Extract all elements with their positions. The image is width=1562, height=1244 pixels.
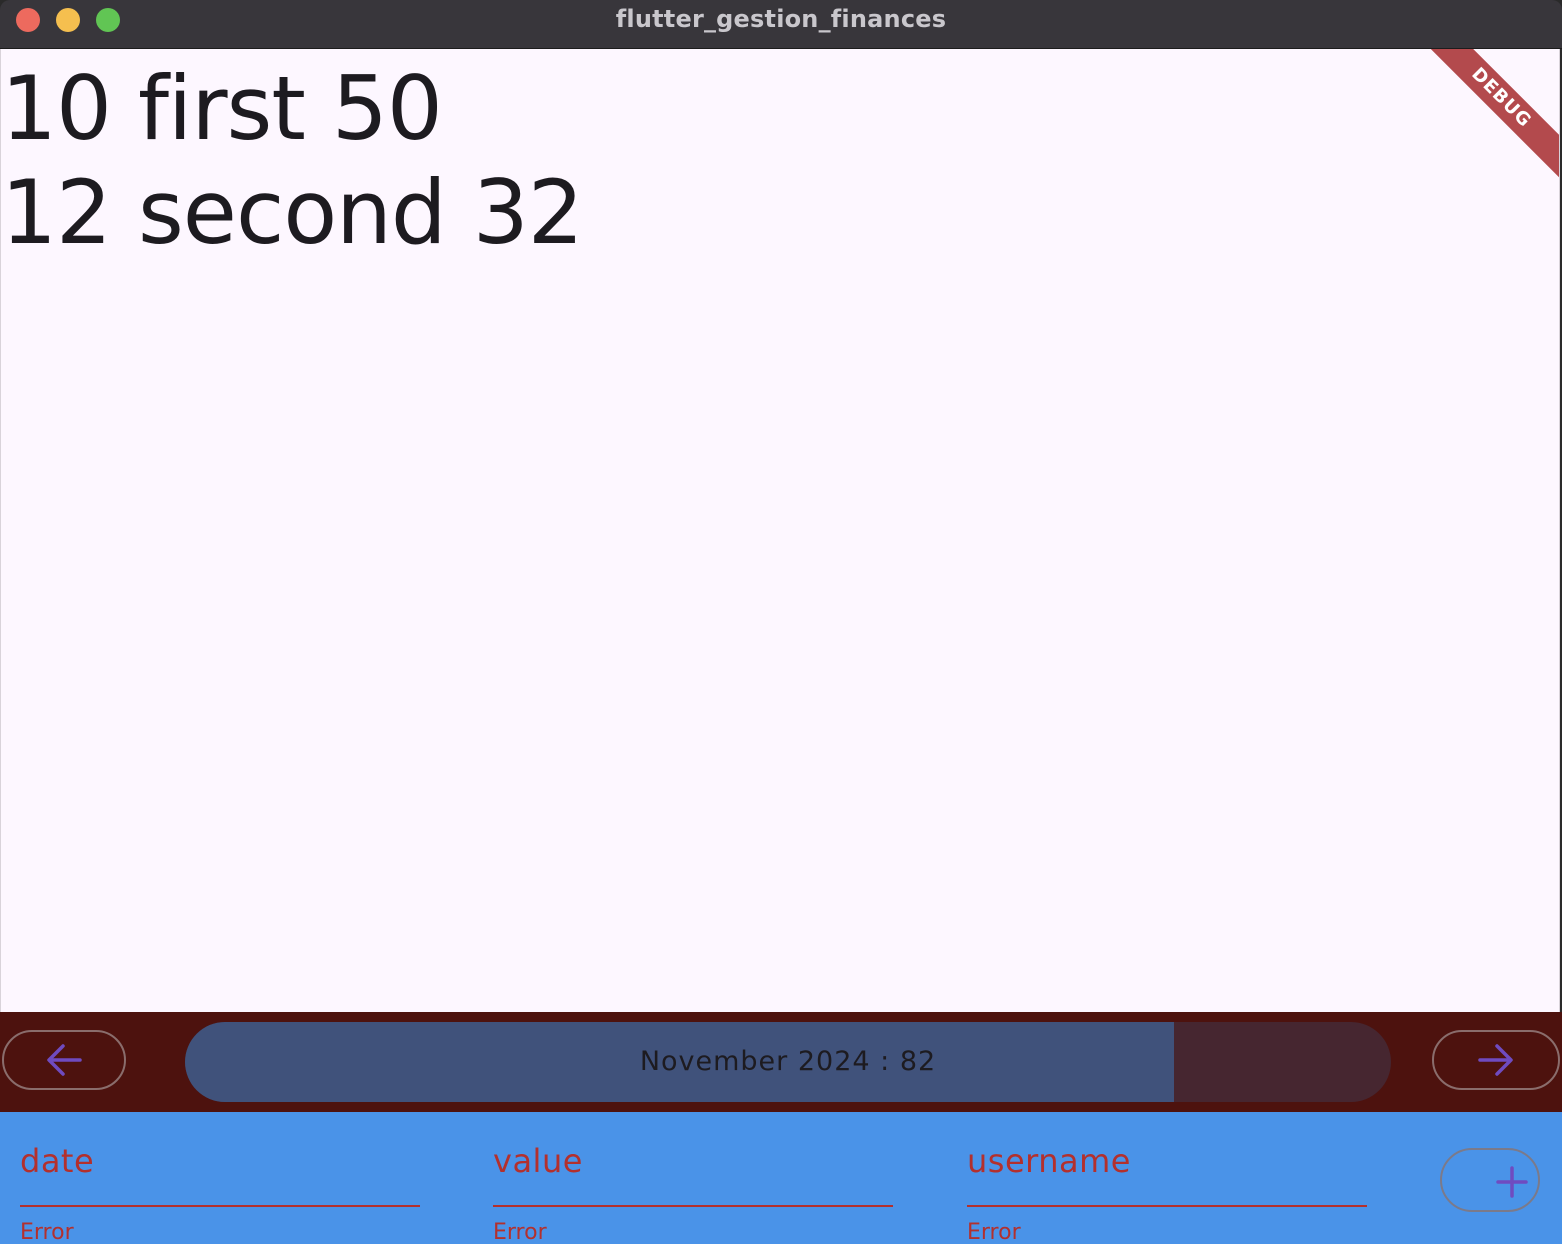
debug-banner: DEBUG [1405,49,1559,194]
date-field-underline [20,1205,420,1207]
date-field-error: Error [20,1220,74,1244]
username-field-error: Error [967,1220,1021,1244]
month-navigation-bar: November 2024 : 82 [0,1012,1562,1112]
app-window: flutter_gestion_finances 10 first 50 12 … [0,0,1562,1244]
value-field-label: value [493,1142,583,1180]
date-field-label: date [20,1142,95,1180]
value-field-underline [493,1205,893,1207]
value-field-error: Error [493,1220,547,1244]
value-field[interactable]: value Error [493,1112,893,1244]
add-transaction-form: date Error value Error username Error [0,1112,1562,1244]
date-field[interactable]: date Error [20,1112,420,1244]
title-bar: flutter_gestion_finances [0,0,1562,49]
arrow-right-icon [1478,1044,1513,1076]
add-transaction-button[interactable] [1440,1148,1540,1212]
transaction-item: 12 second 32 [1,161,584,264]
plus-icon [1496,1166,1528,1198]
arrow-left-icon [47,1044,82,1076]
next-month-button[interactable] [1432,1030,1560,1090]
username-field[interactable]: username Error [967,1112,1367,1244]
transactions-list: 10 first 50 12 second 32 DEBUG [0,49,1560,1012]
window-title: flutter_gestion_finances [615,5,947,33]
previous-month-button[interactable] [2,1030,126,1090]
transaction-item: 10 first 50 [1,57,443,160]
username-field-label: username [967,1142,1131,1180]
month-total-label: November 2024 : 82 [639,1046,937,1077]
username-field-underline [967,1205,1367,1207]
month-progress-bar: November 2024 : 82 [185,1022,1391,1102]
